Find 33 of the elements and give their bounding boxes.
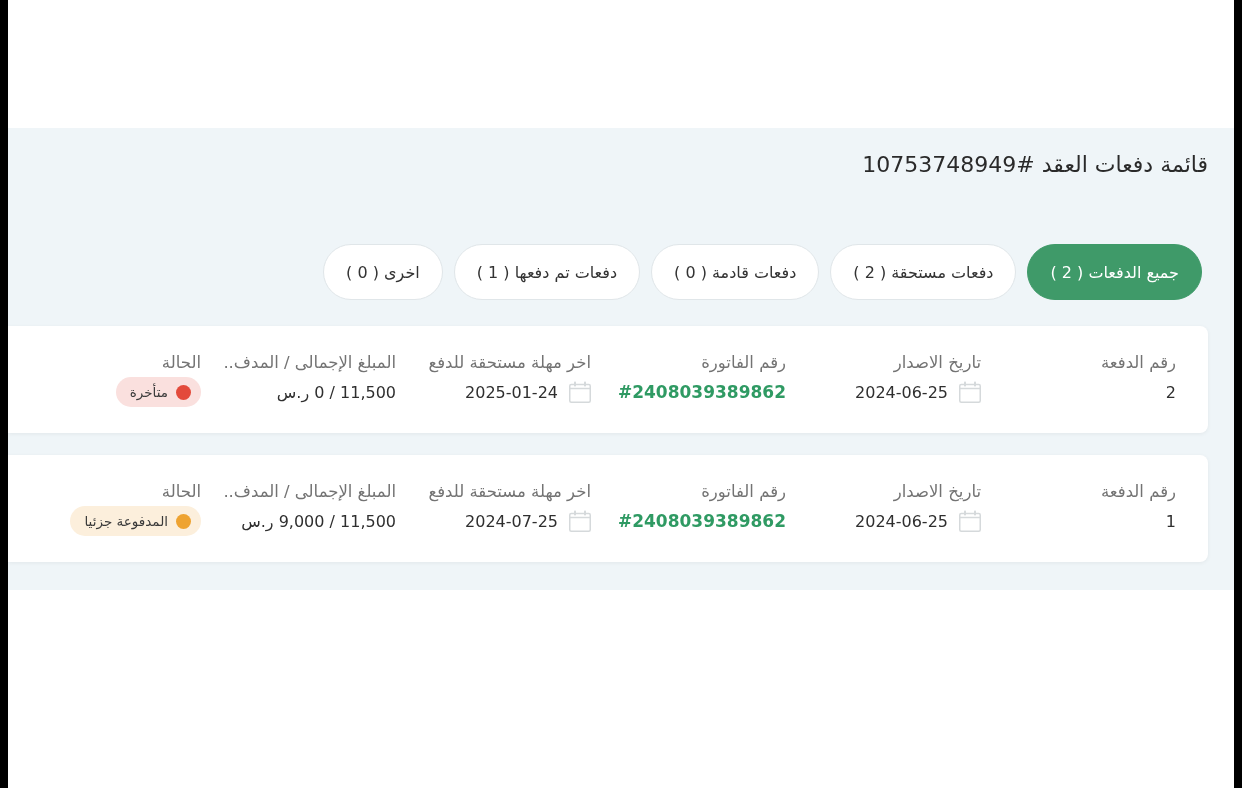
field-label: رقم الفاتورة [701, 481, 786, 503]
field-label: اخر مهلة مستحقة للدفع [428, 481, 591, 503]
page-title: قائمة دفعات العقد #10753748949 [861, 151, 1208, 179]
filter-tab[interactable]: دفعات قادمة ( 0 ) [651, 244, 820, 300]
field-label: رقم الدفعة [1100, 481, 1176, 503]
field-label: اخر مهلة مستحقة للدفع [428, 352, 591, 374]
field-label: رقم الدفعة [1100, 352, 1176, 374]
field-label: الحالة [161, 481, 201, 503]
date-value: 2024-07-25 [465, 511, 558, 531]
date-value: 2024-06-25 [855, 511, 948, 531]
calendar-icon [959, 381, 981, 403]
invoice-number-link[interactable]: #2408039389862 [617, 382, 786, 402]
date-value: 2024-06-25 [855, 382, 948, 402]
field-value: 2 [1165, 382, 1176, 402]
status-text: متأخرة [129, 384, 168, 400]
status-text: المدفوعة جزئيا [84, 513, 168, 529]
field-value: 11,500 / 0 ر.س [276, 382, 396, 402]
field-label: المبلغ الإجمالى / المدف.. [223, 481, 396, 503]
date-value: 2025-01-24 [465, 382, 558, 402]
field-value: 11,500 / 9,000 ر.س [241, 511, 396, 531]
field-label: تاريخ الاصدار [893, 352, 981, 374]
filter-tab[interactable]: اخرى ( 0 ) [323, 244, 443, 300]
field-label: المبلغ الإجمالى / المدف.. [223, 352, 396, 374]
calendar-icon [569, 510, 591, 532]
invoice-number-link[interactable]: #2408039389862 [617, 511, 786, 531]
filter-tab[interactable]: دفعات تم دفعها ( 1 ) [453, 244, 641, 300]
field-label: تاريخ الاصدار [893, 481, 981, 503]
field-label: الحالة [161, 352, 201, 374]
calendar-icon [959, 510, 981, 532]
field-value: 1 [1165, 511, 1176, 531]
field-label: رقم الفاتورة [701, 352, 786, 374]
filter-tab[interactable]: دفعات مستحقة ( 2 ) [830, 244, 1017, 300]
calendar-icon [569, 381, 591, 403]
